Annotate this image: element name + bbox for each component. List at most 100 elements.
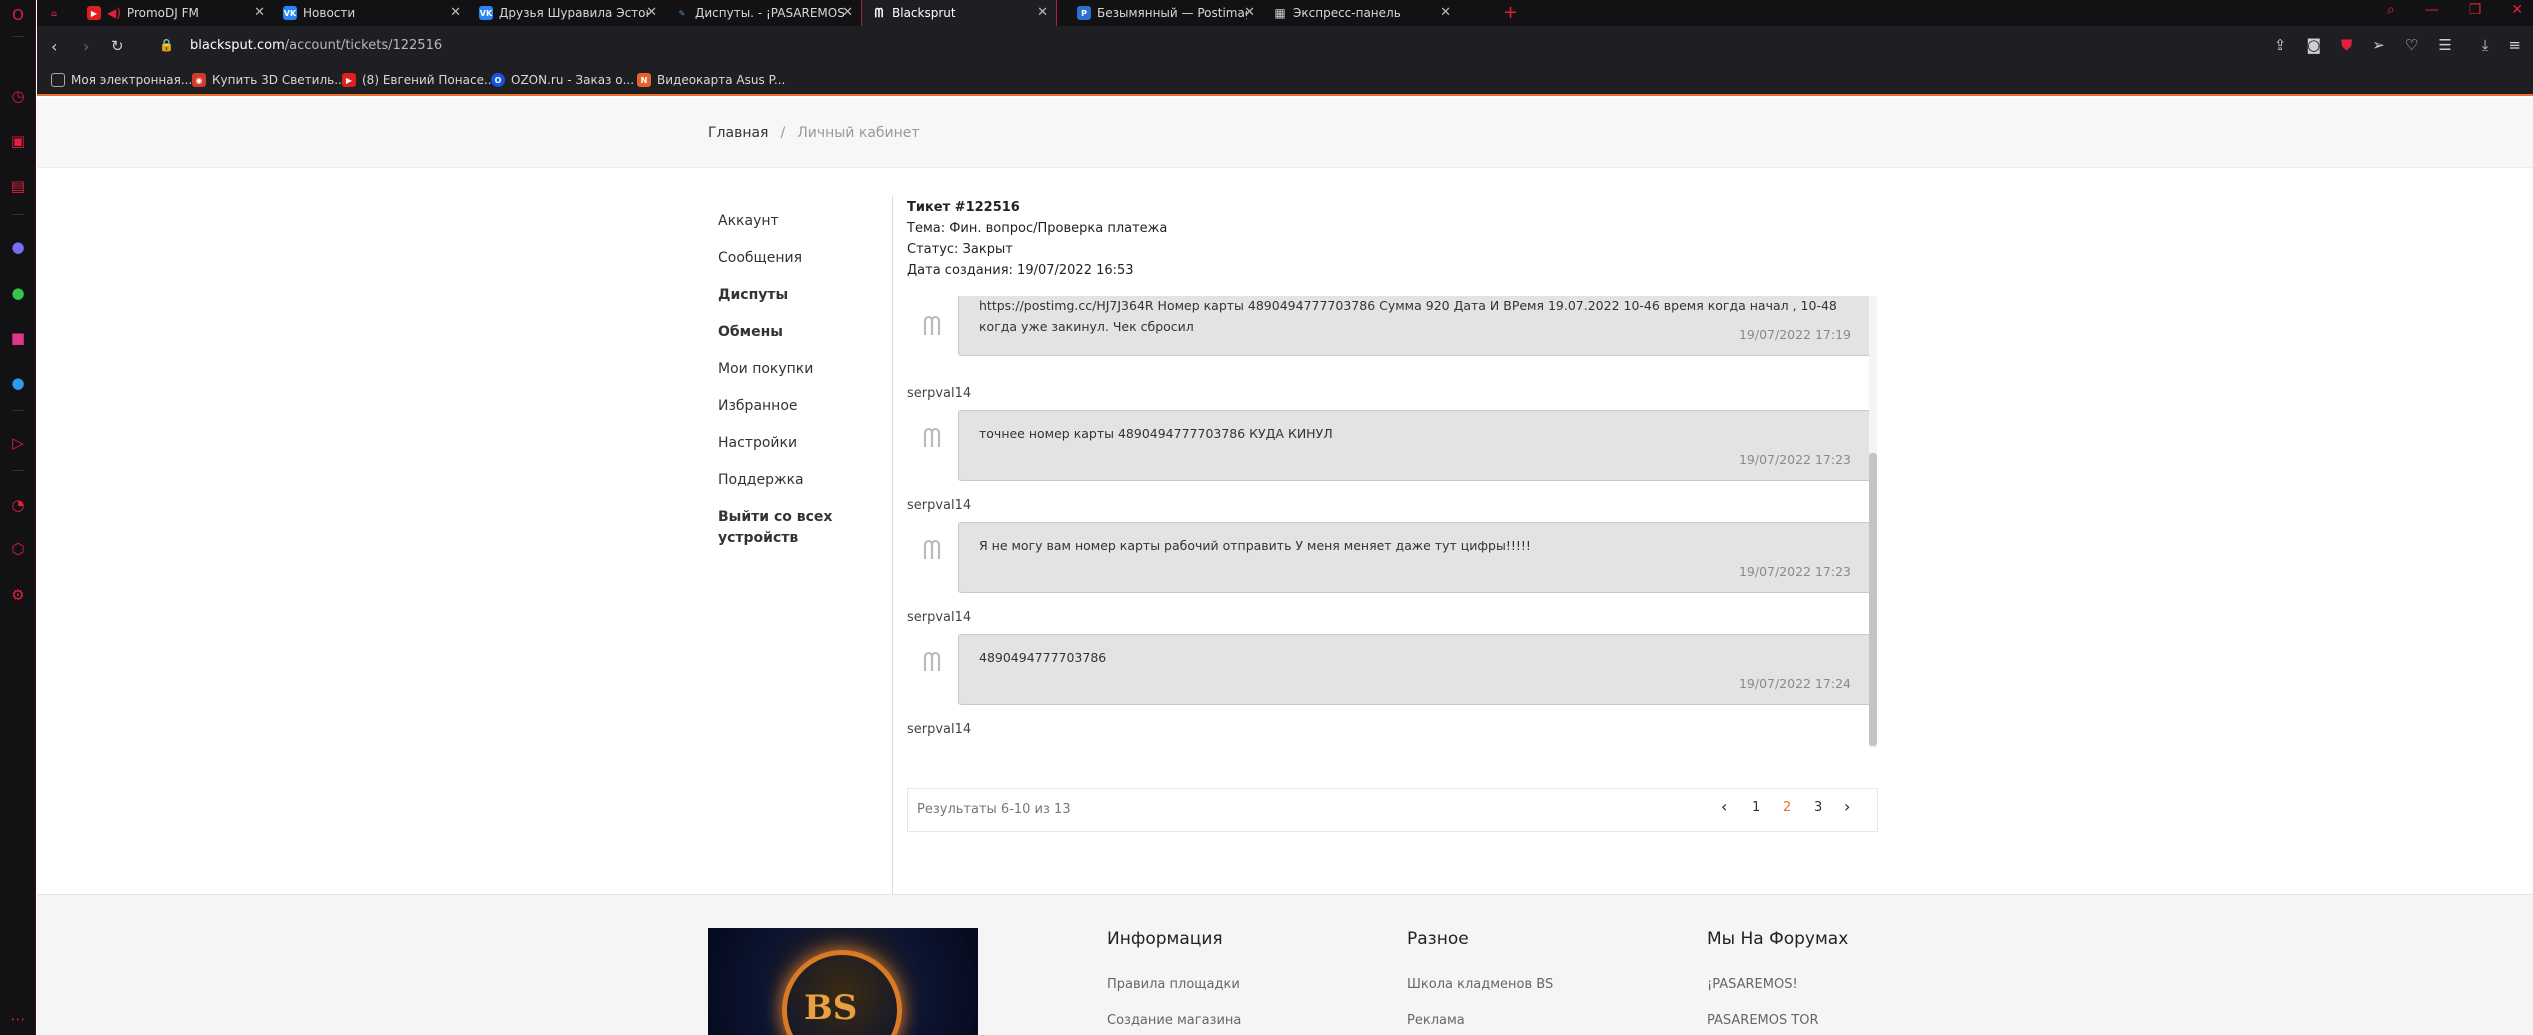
page-2-button[interactable]: 2: [1783, 800, 1791, 815]
messenger-icon[interactable]: ●: [7, 236, 29, 258]
bookmark-item[interactable]: Моя электронная...: [51, 73, 192, 87]
extensions-icon[interactable]: ⬡: [7, 538, 29, 560]
url-path: /account/tickets/122516: [284, 38, 443, 53]
menu-item-favorites[interactable]: Избранное: [718, 388, 878, 425]
tab-promodj[interactable]: ▶ ◀) PromoDJ FM ✕: [77, 0, 273, 26]
footer-link[interactable]: Правила площадки: [1107, 967, 1241, 1003]
tab-novosti[interactable]: VK Новости ✕: [273, 0, 469, 26]
message-author: serpval14: [907, 610, 972, 625]
feather-icon: ✎: [678, 8, 686, 18]
send-icon[interactable]: ➢: [2372, 36, 2385, 54]
message-bubble: Я не могу вам номер карты рабочий отправ…: [958, 522, 1872, 593]
close-tab-icon[interactable]: ✕: [1440, 5, 1451, 20]
tab-title: Друзья Шуравила Эстонс: [499, 6, 649, 20]
close-tab-icon[interactable]: ✕: [842, 5, 853, 20]
menu-item-account[interactable]: Аккаунт: [718, 203, 878, 240]
menu-item-settings[interactable]: Настройки: [718, 425, 878, 462]
footer-link[interactable]: ¡PASAREMOS!: [1707, 967, 1848, 1003]
share-icon[interactable]: ⇪: [2274, 36, 2287, 54]
minimize-icon[interactable]: —: [2425, 2, 2439, 18]
twitch-icon[interactable]: ▤: [7, 175, 29, 197]
bookmark-item[interactable]: ▶ (8) Евгений Понасе...: [342, 73, 495, 87]
history-icon[interactable]: ◔: [7, 494, 29, 516]
tab-postimages[interactable]: P Безымянный — Postimag ✕: [1067, 0, 1263, 26]
prev-page-button[interactable]: ‹: [1721, 797, 1727, 816]
message-list[interactable]: ᗰ https://postimg.cc/HJ7J364R Номер карт…: [907, 296, 1919, 748]
tab-disputes[interactable]: ✎ Диспуты. - ¡PASAREMOS! ✕: [665, 0, 861, 26]
heart-icon[interactable]: ♡: [2405, 36, 2418, 54]
bookmark-label: (8) Евгений Понасе...: [362, 73, 496, 87]
footer-link[interactable]: PASAREMOS TOR: [1707, 1003, 1848, 1035]
tab-title: Новости: [303, 6, 356, 20]
message-text: https://postimg.cc/HJ7J364R Номер карты …: [979, 298, 1837, 334]
whatsapp-icon[interactable]: ●: [7, 282, 29, 304]
youtube-icon: ▶: [342, 73, 356, 87]
bookmark-item[interactable]: ◉ Купить 3D Светиль...: [192, 73, 346, 87]
bag-icon[interactable]: ▣: [7, 130, 29, 152]
back-icon[interactable]: ‹: [51, 37, 57, 56]
footer-link[interactable]: Реклама: [1407, 1003, 1553, 1035]
site-footer: BS Информация Правила площадки Создание …: [37, 894, 2533, 1035]
gamepad-icon: ⌂: [51, 8, 57, 18]
tab-title: Blacksprut: [892, 6, 956, 20]
menu-item-support[interactable]: Поддержка: [718, 462, 878, 499]
page-3-button[interactable]: 3: [1814, 800, 1822, 815]
bookmarks-bar: Моя электронная... ◉ Купить 3D Светиль..…: [37, 68, 2533, 96]
menu-item-disputes[interactable]: Диспуты: [718, 277, 878, 314]
speaker-icon[interactable]: ◀): [107, 6, 121, 20]
new-tab-button[interactable]: +: [1503, 2, 1518, 23]
bookmark-item[interactable]: N Видеокарта Asus P...: [637, 73, 785, 87]
restore-icon[interactable]: ❐: [2469, 2, 2482, 18]
adblock-icon[interactable]: ⛊: [2341, 36, 2352, 54]
toolbar-icons: ⇪ ◙ ⛊ ➢ ♡ ☰ ⤓ ≡: [2274, 36, 2521, 54]
close-tab-icon[interactable]: ✕: [1244, 5, 1255, 20]
tab-friends[interactable]: VK Друзья Шуравила Эстонс ✕: [469, 0, 665, 26]
reload-icon[interactable]: ↻: [111, 37, 124, 55]
speed-dial-icon[interactable]: ◷: [7, 85, 29, 107]
content-divider: [892, 196, 893, 930]
ticket-header: Тикет #122516 Тема: Фин. вопрос/Проверка…: [907, 197, 1167, 281]
camera-icon[interactable]: ◙: [2306, 36, 2321, 54]
close-tab-icon[interactable]: ✕: [1037, 5, 1048, 20]
url-field[interactable]: blacksput.com/account/tickets/122516: [190, 38, 442, 53]
close-tab-icon[interactable]: ✕: [646, 5, 657, 20]
bookmark-item[interactable]: O OZON.ru - Заказ о...: [491, 73, 634, 87]
search-tabs-icon[interactable]: ⌕: [2387, 2, 2395, 18]
footer-column-forums: Мы На Форумах ¡PASAREMOS! PASAREMOS TOR: [1707, 929, 1848, 1035]
footer-link[interactable]: Создание магазина: [1107, 1003, 1241, 1035]
message-author: serpval14: [907, 722, 972, 737]
menu-item-logout-all[interactable]: Выйти со всех устройств: [718, 499, 838, 549]
message-time: 19/07/2022 17:19: [1738, 327, 1851, 342]
opera-logo-icon[interactable]: O: [7, 4, 29, 26]
page-1-button[interactable]: 1: [1752, 800, 1760, 815]
ticket-created: Дата создания: 19/07/2022 16:53: [907, 263, 1134, 278]
avatar-icon: ᗰ: [922, 312, 942, 342]
next-page-button[interactable]: ›: [1844, 797, 1850, 816]
tab-blacksprut[interactable]: ᗰ Blacksprut ✕: [861, 0, 1057, 26]
menu-item-exchanges[interactable]: Обмены: [718, 314, 878, 351]
scrollbar-thumb[interactable]: [1869, 453, 1877, 746]
download-icon[interactable]: ⤓: [2482, 36, 2489, 54]
player-icon[interactable]: ▷: [7, 432, 29, 454]
settings-icon[interactable]: ⚙: [7, 584, 29, 606]
instagram-icon[interactable]: ■: [7, 327, 29, 349]
tab-title: Экспресс-панель: [1293, 6, 1401, 20]
easy-setup-icon[interactable]: ≡: [2508, 36, 2521, 54]
tab-menu[interactable]: ⌂: [37, 0, 67, 26]
message-text: 4890494777703786: [979, 650, 1107, 665]
footer-link[interactable]: Школа кладменов BS: [1407, 967, 1553, 1003]
menu-item-purchases[interactable]: Мои покупки: [718, 351, 878, 388]
tab-express-panel[interactable]: ▦ Экспресс-панель ✕: [1263, 0, 1459, 26]
forward-icon[interactable]: ›: [83, 37, 89, 56]
twitter-icon[interactable]: ●: [7, 372, 29, 394]
close-tab-icon[interactable]: ✕: [254, 5, 265, 20]
more-icon[interactable]: ⋯: [7, 1008, 29, 1030]
lock-icon[interactable]: 🔒: [159, 38, 174, 52]
tab-title: Диспуты. - ¡PASAREMOS!: [695, 6, 845, 20]
menu-item-messages[interactable]: Сообщения: [718, 240, 878, 277]
close-tab-icon[interactable]: ✕: [450, 5, 461, 20]
site-logo[interactable]: BS: [708, 928, 978, 1035]
menu-icon[interactable]: ☰: [2438, 36, 2451, 54]
breadcrumb-home[interactable]: Главная: [708, 125, 768, 141]
close-window-icon[interactable]: ✕: [2511, 2, 2523, 18]
